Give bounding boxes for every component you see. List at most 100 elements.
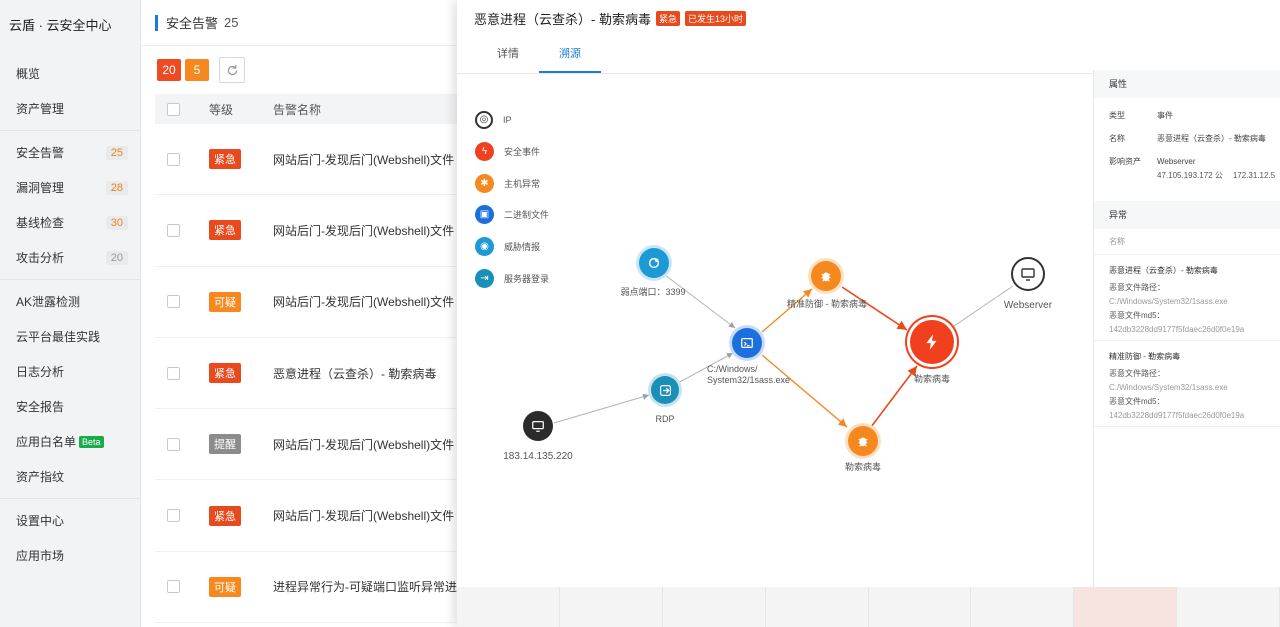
- alert-name[interactable]: 网站后门-发现后门(Webshell)文件: [269, 507, 461, 524]
- table-row[interactable]: 紧急 恶意进程（云查杀）- 勒索病毒: [155, 338, 461, 410]
- anomaly-path-label: 恶意文件路径：: [1109, 283, 1165, 292]
- row-checkbox[interactable]: [167, 437, 180, 451]
- rdp-node[interactable]: [651, 376, 679, 404]
- asset-ip-list: 47.105.193.172 公 172.31.12.5: [1157, 171, 1276, 180]
- properties-panel: 属性 类型 事件 名称 恶意进程（云查杀）- 勒索病毒 影响资产 Webserver …: [1093, 70, 1280, 588]
- anomaly-md5-label: 恶意文件md5：: [1109, 311, 1165, 320]
- urgent-filter-chip[interactable]: 20: [157, 59, 181, 81]
- anomaly-title: 精准防御 - 勒索病毒: [1109, 352, 1181, 361]
- filter-toolbar: 20 5: [141, 46, 461, 94]
- table-row[interactable]: 紧急 网站后门-发现后门(Webshell)文件: [155, 195, 461, 267]
- precise-defense-node[interactable]: [811, 261, 841, 291]
- row-checkbox[interactable]: [167, 223, 180, 237]
- drawer-tabs: 详情 溯源: [457, 40, 1280, 74]
- rdp-label: RDP: [655, 414, 675, 424]
- count-badge: 20: [105, 250, 128, 265]
- alert-table-body: 紧急 网站后门-发现后门(Webshell)文件 紧急 网站后门-发现后门(Websh…: [141, 124, 461, 624]
- sidebar: 云盾 · 云安全中心 概览 资产管理安全告警 25 漏洞管理 28 基线检查 30 攻击分析 2…: [0, 0, 141, 627]
- page-header: 安全告警 25: [141, 0, 461, 46]
- alert-name[interactable]: 网站后门-发现后门(Webshell)文件: [269, 293, 461, 310]
- row-checkbox[interactable]: [167, 509, 180, 523]
- column-header-name[interactable]: 告警名称: [269, 101, 461, 118]
- sidebar-item-label: 安全告警: [16, 146, 65, 160]
- lightning-icon: [926, 334, 937, 350]
- sidebar-item-logs[interactable]: 日志分析: [0, 354, 140, 389]
- sidebar-item-label: 设置中心: [16, 514, 65, 528]
- table-row[interactable]: 可疑 网站后门-发现后门(Webshell)文件: [155, 267, 461, 338]
- bug-icon: [821, 272, 831, 282]
- webserver-node[interactable]: [1011, 257, 1045, 291]
- sidebar-item-whitelist[interactable]: 应用白名单 Beta: [0, 424, 140, 459]
- sidebar-item-baseline[interactable]: 基线检查 30: [0, 205, 140, 240]
- trace-graph: ◎ IP ϟ 安全事件 ✱ 主机异常 ▣ 二进制文件 ◉ 威胁情报 ⇥ 服务器登录 弱点端口：3399…: [457, 70, 1093, 588]
- monitor-icon: [1021, 268, 1035, 281]
- row-checkbox[interactable]: [167, 580, 180, 594]
- edge-ip-rdp: [553, 393, 650, 424]
- precise-defense-label: 精准防御 - 勒索病毒: [787, 299, 867, 309]
- suspect-filter-chip[interactable]: 5: [185, 59, 209, 81]
- sidebar-item-settings[interactable]: 设置中心: [0, 503, 140, 538]
- row-checkbox[interactable]: [167, 366, 180, 380]
- sidebar-item-fingerprint[interactable]: 资产指纹: [0, 459, 140, 494]
- alert-name[interactable]: 网站后门-发现后门(Webshell)文件: [269, 436, 461, 453]
- level-tag: 紧急: [209, 363, 241, 384]
- server-login-icon: [659, 384, 671, 396]
- sidebar-item-cloud-best[interactable]: 云平台最佳实践: [0, 319, 140, 354]
- sidebar-item-alerts[interactable]: 安全告警 25: [0, 135, 140, 170]
- alert-list-panel: 安全告警 25 20 5 等级 告警名称 紧急 网站后门-发现后门(Webshel…: [141, 0, 461, 627]
- threat-intel-icon: [648, 257, 660, 269]
- sidebar-item-vulns[interactable]: 漏洞管理 28: [0, 170, 140, 205]
- sidebar-item-attack[interactable]: 攻击分析 20: [0, 240, 140, 275]
- alert-name[interactable]: 进程异常行为-可疑端口监听异常进程: [269, 578, 461, 595]
- column-header-level[interactable]: 等级: [199, 101, 269, 118]
- anomaly-path: C:/Windows/System32/1sass.exe: [1109, 383, 1228, 392]
- refresh-button[interactable]: [219, 57, 245, 83]
- weak-port-node[interactable]: [639, 248, 669, 278]
- ransom-host-label: 勒索病毒: [844, 462, 881, 472]
- ip-node[interactable]: [523, 411, 553, 441]
- drawer-title: 恶意进程（云查杀）- 勒索病毒: [474, 11, 651, 27]
- anomaly-item: 恶意进程（云查杀）- 勒索病毒 恶意文件路径： C:/Windows/System3…: [1094, 255, 1280, 341]
- binary-path-line1: C:/Windows/: [707, 364, 758, 374]
- sidebar-item-report[interactable]: 安全报告: [0, 389, 140, 424]
- security-event-node[interactable]: [910, 320, 954, 364]
- table-row[interactable]: 紧急 网站后门-发现后门(Webshell)文件: [155, 124, 461, 196]
- sidebar-item-label: 基线检查: [16, 216, 65, 230]
- graph-edges: [553, 274, 1014, 428]
- anomaly-item: 精准防御 - 勒索病毒 恶意文件路径： C:/Windows/System32/1s…: [1094, 341, 1280, 427]
- nav-group: 设置中心应用市场: [0, 498, 140, 577]
- tab-1[interactable]: 溯源: [539, 40, 601, 73]
- bug-icon: [858, 437, 868, 447]
- alert-name[interactable]: 网站后门-发现后门(Webshell)文件: [269, 151, 461, 168]
- tab-0[interactable]: 详情: [477, 40, 539, 73]
- row-checkbox[interactable]: [167, 152, 180, 166]
- select-all-checkbox[interactable]: [167, 102, 180, 116]
- anomalies-column-header: 名称: [1094, 229, 1280, 255]
- brand-title: 云盾 · 云安全中心: [9, 18, 112, 33]
- anomaly-md5: 142db3228dd9177f5fdaec26d0f0e19a: [1109, 325, 1245, 334]
- sidebar-item-label: 日志分析: [16, 365, 65, 379]
- terminal-icon: [741, 338, 753, 348]
- monitor-icon: [532, 421, 544, 432]
- table-row[interactable]: 提醒 网站后门-发现后门(Webshell)文件: [155, 409, 461, 481]
- count-badge: 25: [105, 145, 128, 160]
- binary-file-node[interactable]: [732, 328, 762, 358]
- alert-name[interactable]: 恶意进程（云查杀）- 勒索病毒: [269, 365, 461, 382]
- ransom-host-node[interactable]: [848, 426, 878, 456]
- urgent-tag: 紧急: [655, 10, 680, 26]
- sidebar-item-overview[interactable]: 概览: [0, 56, 140, 91]
- beta-badge: Beta: [79, 435, 104, 448]
- alert-name[interactable]: 网站后门-发现后门(Webshell)文件: [269, 222, 461, 239]
- nav-group: 安全告警 25 漏洞管理 28 基线检查 30 攻击分析 20: [0, 130, 140, 279]
- alert-count: 25: [224, 15, 239, 30]
- prop-type: 类型 事件: [1109, 111, 1173, 120]
- sidebar-item-ak[interactable]: AK泄露检测: [0, 284, 140, 319]
- sidebar-nav: 概览 资产管理安全告警 25 漏洞管理 28 基线检查 30 攻击分析 20 AK泄露检测 云平台最…: [0, 52, 140, 577]
- header-accent-bar: [155, 14, 158, 31]
- sidebar-item-market[interactable]: 应用市场: [0, 538, 140, 573]
- row-checkbox[interactable]: [167, 295, 180, 309]
- page-title: 安全告警: [166, 16, 219, 31]
- sidebar-item-assets[interactable]: 资产管理: [0, 91, 140, 126]
- table-row[interactable]: 紧急 网站后门-发现后门(Webshell)文件: [155, 480, 461, 552]
- table-row[interactable]: 可疑 进程异常行为-可疑端口监听异常进程: [155, 552, 461, 624]
